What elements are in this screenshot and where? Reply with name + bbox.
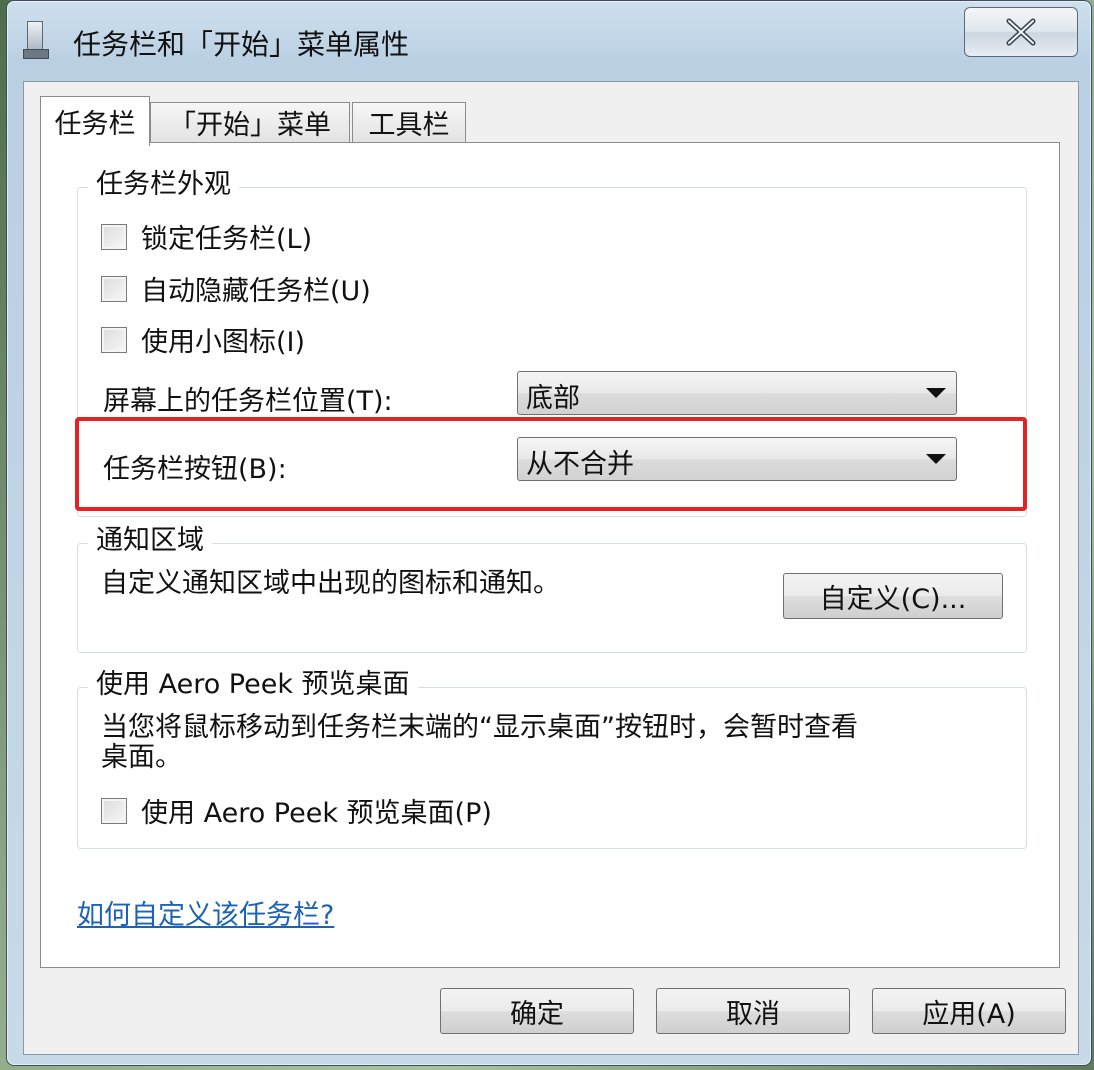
taskbar-position-label: 屏幕上的任务栏位置(T): bbox=[103, 386, 393, 417]
notification-group-label: 通知区域 bbox=[88, 524, 212, 558]
autohide-taskbar-checkbox[interactable] bbox=[101, 275, 127, 302]
apply-button[interactable]: 应用(A) bbox=[872, 988, 1066, 1034]
lock-taskbar-option[interactable]: 锁定任务栏(L) bbox=[101, 217, 312, 256]
window-title: 任务栏和「开始」菜单属性 bbox=[73, 28, 410, 61]
aero-peek-checkbox[interactable] bbox=[101, 797, 127, 824]
lock-taskbar-label: 锁定任务栏(L) bbox=[141, 224, 313, 255]
aero-peek-label: 使用 Aero Peek 预览桌面(P) bbox=[141, 798, 492, 829]
ok-button[interactable]: 确定 bbox=[440, 988, 634, 1034]
aero-peek-description-line2: 桌面。 bbox=[101, 742, 182, 773]
taskbar-position-dropdown[interactable]: 底部 bbox=[517, 371, 957, 415]
taskbar-position-value: 底部 bbox=[526, 383, 580, 414]
small-icons-option[interactable]: 使用小图标(I) bbox=[101, 320, 305, 359]
small-icons-label: 使用小图标(I) bbox=[141, 327, 306, 358]
close-icon bbox=[1006, 18, 1036, 46]
close-button[interactable] bbox=[964, 7, 1078, 57]
cancel-button[interactable]: 取消 bbox=[656, 988, 850, 1034]
customize-notification-button[interactable]: 自定义(C)... bbox=[783, 573, 1003, 619]
help-link[interactable]: 如何自定义该任务栏? bbox=[77, 893, 334, 932]
aero-peek-group-label: 使用 Aero Peek 预览桌面 bbox=[88, 668, 418, 702]
appearance-group-label: 任务栏外观 bbox=[88, 168, 239, 202]
chevron-down-icon bbox=[926, 388, 946, 398]
tab-start-menu[interactable]: 「开始」菜单 bbox=[150, 102, 350, 142]
small-icons-checkbox[interactable] bbox=[101, 326, 127, 353]
autohide-taskbar-label: 自动隐藏任务栏(U) bbox=[141, 276, 371, 307]
autohide-taskbar-option[interactable]: 自动隐藏任务栏(U) bbox=[101, 269, 371, 308]
tab-toolbars[interactable]: 工具栏 bbox=[352, 102, 466, 142]
properties-window: 任务栏和「开始」菜单属性 任务栏 「开始」菜单 工具栏 任务栏外观 锁定任务栏(… bbox=[6, 0, 1092, 1066]
lock-taskbar-checkbox[interactable] bbox=[101, 223, 127, 250]
aero-peek-option[interactable]: 使用 Aero Peek 预览桌面(P) bbox=[101, 791, 492, 830]
aero-peek-description-line1: 当您将鼠标移动到任务栏末端的“显示桌面”按钮时，会暂时查看 bbox=[101, 712, 858, 743]
tab-taskbar[interactable]: 任务栏 bbox=[40, 96, 150, 146]
red-highlight-box bbox=[75, 417, 1027, 511]
taskbar-properties-icon bbox=[23, 21, 49, 59]
title-bar[interactable]: 任务栏和「开始」菜单属性 bbox=[7, 1, 1091, 81]
tab-panel-taskbar: 任务栏外观 锁定任务栏(L) 自动隐藏任务栏(U) 使用小图标(I) 屏幕上的任… bbox=[40, 142, 1060, 968]
notification-description: 自定义通知区域中出现的图标和通知。 bbox=[101, 568, 560, 599]
dialog-client-area: 任务栏 「开始」菜单 工具栏 任务栏外观 锁定任务栏(L) 自动隐藏任务栏(U)… bbox=[23, 81, 1079, 1055]
